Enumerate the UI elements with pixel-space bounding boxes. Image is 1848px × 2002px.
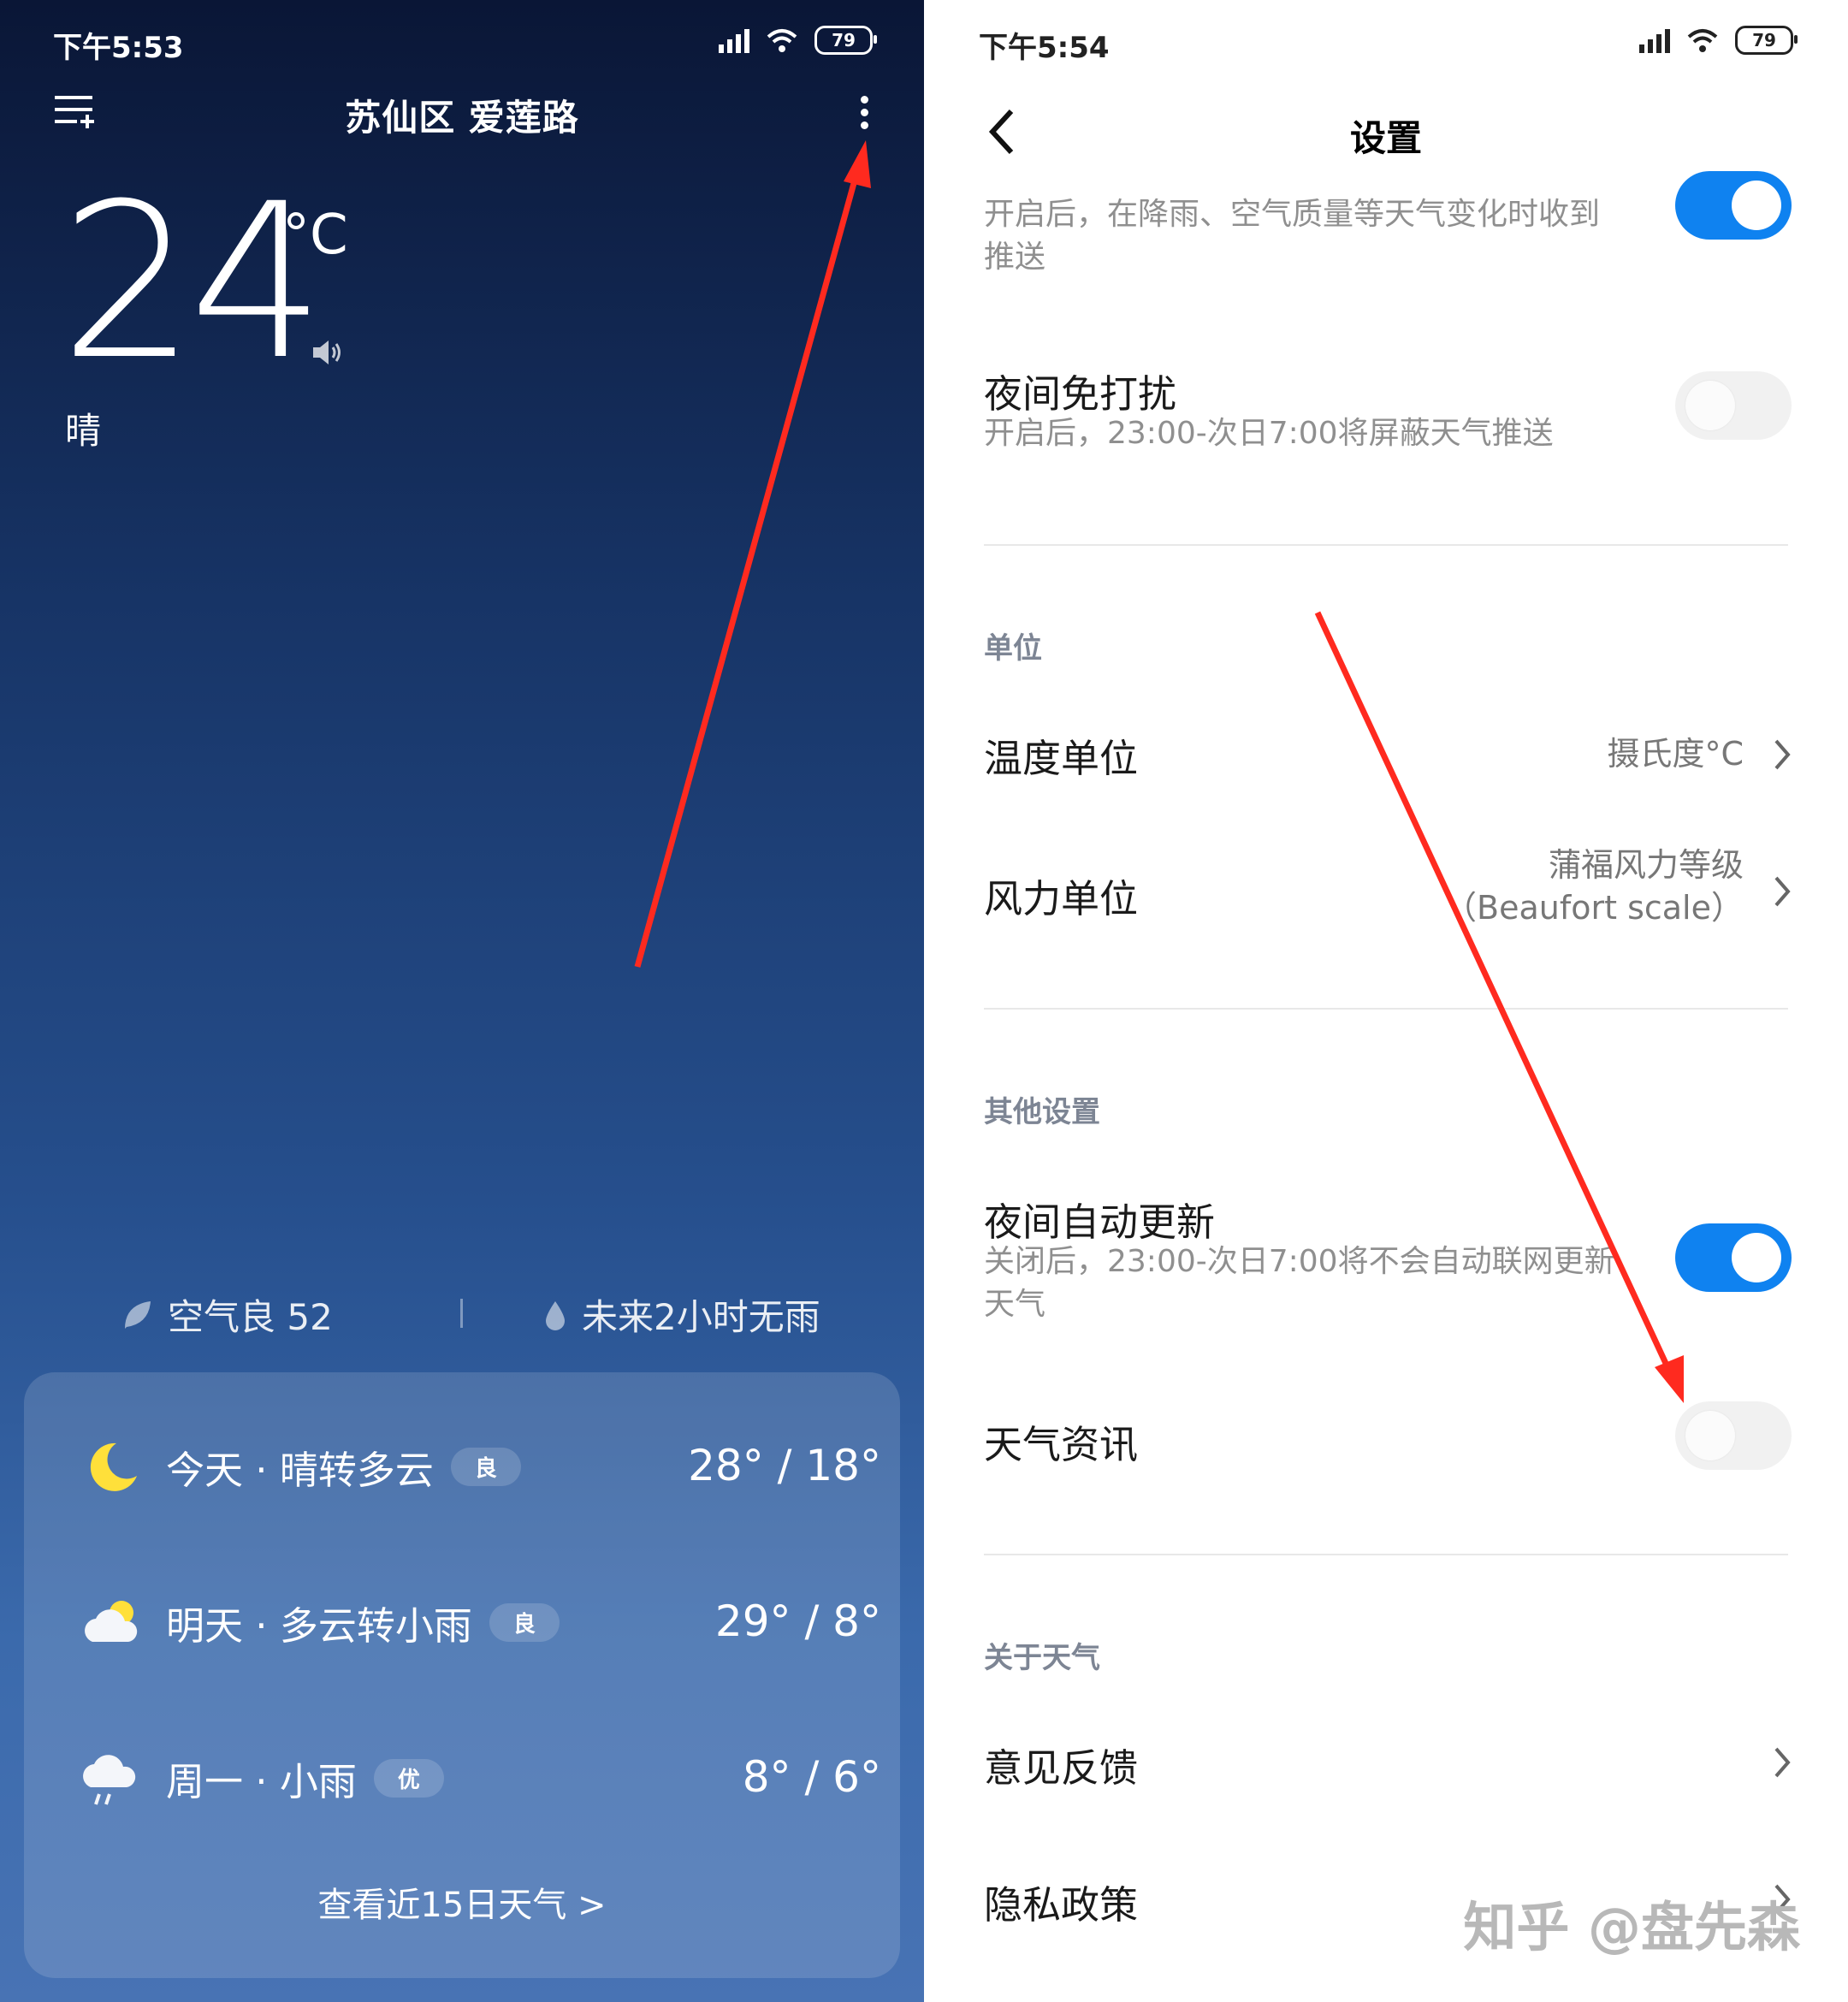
forecast-temps: 8° / 6° xyxy=(742,1752,881,1802)
divider xyxy=(460,1299,463,1328)
forecast-day: 周一 · 小雨 xyxy=(166,1758,357,1804)
forecast-day: 明天 · 多云转小雨 xyxy=(166,1602,472,1649)
air-quality-text: 空气良 52 xyxy=(168,1296,333,1338)
aqi-badge: 良 xyxy=(450,1447,521,1486)
view-15-day-link[interactable]: 查看近15日天气 > xyxy=(24,1877,900,1927)
aqi-badge: 良 xyxy=(489,1602,560,1642)
rain-forecast[interactable]: 未来2小时无雨 xyxy=(542,1288,820,1341)
forecast-temps: 29° / 8° xyxy=(714,1596,881,1646)
forecast-row-today[interactable]: 今天 · 晴转多云 良 28° / 18° xyxy=(80,1415,881,1518)
aqi-badge: 优 xyxy=(373,1758,444,1798)
air-rain-row: 空气良 52 未来2小时无雨 xyxy=(0,1288,924,1340)
annotation-arrow-left xyxy=(634,140,871,968)
weather-home-screen: 下午5:53 79 苏仙区 爱莲路 24 °C 晴 空气良 52 未来2小时无雨… xyxy=(0,0,924,2002)
annotation-arrow-right xyxy=(1314,611,1684,1403)
moon-icon xyxy=(90,1442,137,1491)
forecast-row-tomorrow[interactable]: 明天 · 多云转小雨 良 29° / 8° xyxy=(80,1571,881,1673)
light-rain-icon xyxy=(83,1755,136,1805)
forecast-card[interactable]: 今天 · 晴转多云 良 28° / 18° 明天 · 多云转小雨 良 29° /… xyxy=(24,1372,900,1978)
settings-screen: 下午5:54 79 设置 开启后，在降雨、空气质量等天气变化时收到推送 夜间免打… xyxy=(924,0,1848,2002)
watermark: 知乎 @盘先森 xyxy=(1463,1896,1800,1958)
air-quality[interactable]: 空气良 52 xyxy=(120,1288,333,1341)
rain-forecast-text: 未来2小时无雨 xyxy=(582,1296,820,1338)
forecast-day: 今天 · 晴转多云 xyxy=(166,1447,434,1493)
partly-cloudy-icon xyxy=(85,1601,138,1642)
forecast-temps: 28° / 18° xyxy=(688,1441,881,1490)
forecast-row-monday[interactable]: 周一 · 小雨 优 8° / 6° xyxy=(80,1727,881,1829)
raindrop-icon xyxy=(546,1300,565,1330)
leaf-icon xyxy=(125,1300,151,1329)
